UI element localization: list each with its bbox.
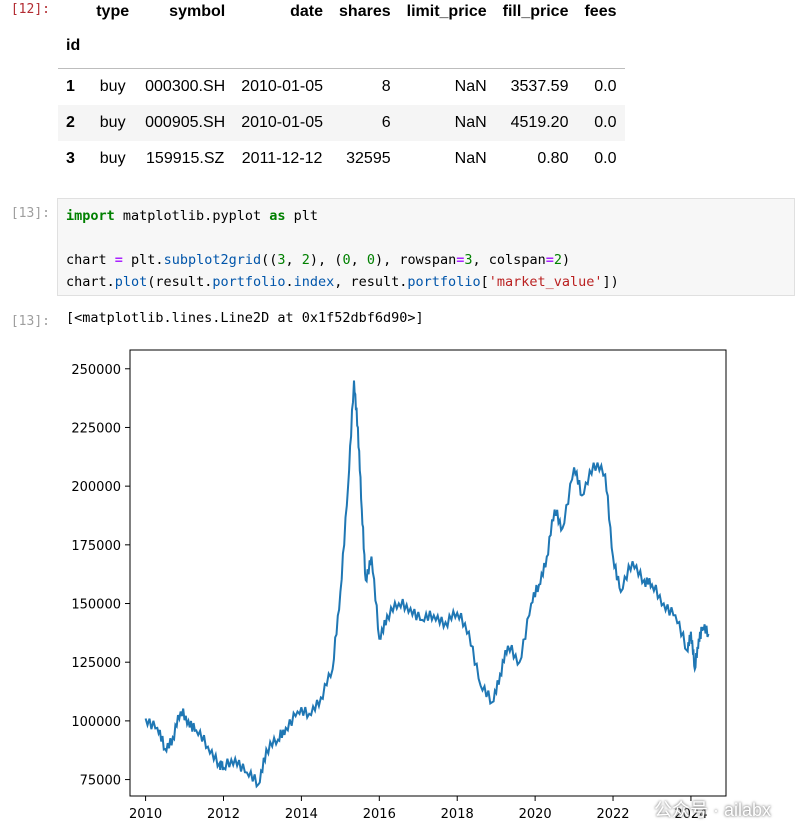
cell-type: buy — [99, 149, 126, 167]
x-tick-label: 2022 — [596, 807, 629, 822]
wechat-icon — [625, 797, 648, 821]
cell-type: buy — [99, 77, 126, 95]
x-tick-label: 2012 — [207, 807, 240, 822]
column-header: shares — [339, 3, 391, 20]
x-tick-label: 2016 — [363, 807, 396, 822]
cell-limit-price: NaN — [454, 77, 487, 95]
dataframe-table: type symbol date shares limit_price fill… — [58, 0, 625, 177]
cell-limit-price: NaN — [454, 113, 487, 131]
cell-date: 2010-01-05 — [241, 77, 324, 95]
table-row: 1 buy 000300.SH 2010-01-05 8 NaN 3537.59… — [58, 69, 625, 105]
x-tick-label: 2010 — [129, 807, 162, 822]
row-index: 1 — [66, 77, 75, 95]
y-tick-label: 250000 — [71, 363, 121, 378]
y-tick-label: 225000 — [71, 421, 121, 436]
plot-frame — [129, 349, 727, 797]
x-tick-label: 2014 — [285, 807, 318, 822]
index-name-row: id — [58, 24, 625, 69]
output-prompt-12: [12]: — [10, 2, 50, 17]
cell-symbol: 000300.SH — [145, 77, 226, 95]
y-tick-label: 175000 — [71, 539, 121, 554]
keyword: as — [269, 208, 286, 224]
code-editor[interactable]: import matplotlib.pyplot as plt chart = … — [57, 198, 795, 296]
line-chart: 2010 2012 2014 2016 2018 2020 2022 202475000100… — [71, 349, 727, 822]
row-index: 2 — [66, 113, 75, 131]
cell-date: 2011-12-12 — [241, 149, 323, 167]
cell-symbol: 159915.SZ — [146, 149, 225, 167]
cell-fees: 0.0 — [594, 113, 617, 131]
column-header: date — [290, 3, 324, 20]
index-name: id — [66, 37, 81, 54]
row-index: 3 — [66, 149, 75, 167]
column-header: symbol — [169, 3, 226, 20]
output-prompt-13: [13]: — [10, 314, 50, 329]
cell-symbol: 000905.SH — [145, 113, 226, 131]
column-header: limit_price — [406, 3, 487, 20]
y-tick-label: 200000 — [71, 480, 121, 495]
cell-fill-price: 4519.20 — [510, 113, 569, 131]
column-header: fill_price — [502, 3, 569, 20]
y-tick-label: 125000 — [71, 656, 121, 671]
table-row: 2 buy 000905.SH 2010-01-05 6 NaN 4519.20… — [58, 104, 625, 141]
cell-shares: 32595 — [346, 149, 391, 167]
watermark: 公众号 · ailabx — [625, 796, 771, 822]
y-tick-label: 150000 — [71, 598, 121, 613]
watermark-text: 公众号 · ailabx — [653, 800, 771, 820]
table-header-row: type symbol date shares limit_price fill… — [58, 0, 625, 24]
cell-fees: 0.0 — [594, 77, 617, 95]
y-tick-label: 100000 — [71, 715, 121, 730]
cell-fill-price: 0.80 — [537, 149, 569, 167]
cell-shares: 6 — [381, 113, 391, 131]
input-prompt-13: [13]: — [10, 206, 50, 221]
column-header: type — [96, 3, 130, 20]
keyword: import — [66, 208, 115, 224]
cell-date: 2010-01-05 — [241, 113, 324, 131]
series-line — [144, 380, 710, 789]
column-header: fees — [584, 3, 617, 20]
x-tick-label: 2020 — [519, 807, 552, 822]
y-tick-label: 75000 — [80, 774, 121, 789]
x-tick-label: 2018 — [441, 807, 474, 822]
cell-limit-price: NaN — [454, 149, 487, 167]
cell-shares: 8 — [381, 77, 391, 95]
cell-type: buy — [99, 113, 126, 131]
table-row: 3 buy 159915.SZ 2011-12-12 32595 NaN 0.8… — [58, 141, 625, 177]
output-text: [<matplotlib.lines.Line2D at 0x1f52dbf6d… — [66, 310, 424, 326]
cell-fees: 0.0 — [594, 149, 617, 167]
cell-fill-price: 3537.59 — [510, 77, 569, 95]
